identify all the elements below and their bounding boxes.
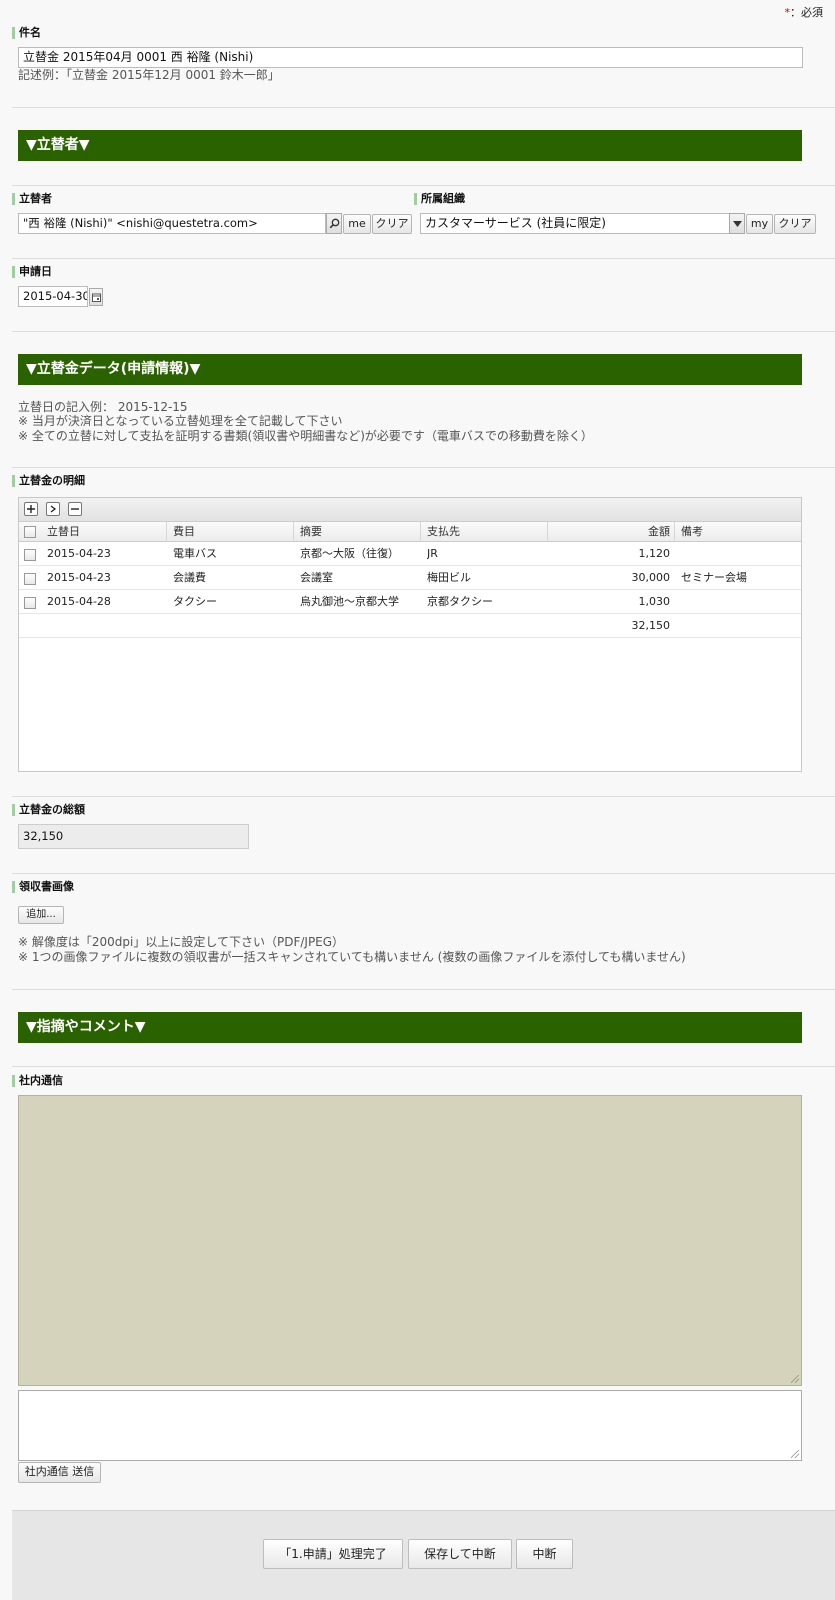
col-header-summary: 摘要 <box>294 522 421 542</box>
table-row: 2015-04-23 電車バス 京都～大阪（往復） JR 1,120 <box>19 543 801 566</box>
cell-category[interactable]: 電車バス <box>173 544 217 564</box>
details-table: 立替日 費目 摘要 支払先 金額 備考 2015-04-23 電車バス 京都～大… <box>18 497 802 772</box>
receipt-label: 領収書画像 <box>12 881 74 893</box>
divider <box>12 331 835 332</box>
col-header-amount: 金額 <box>548 522 675 542</box>
section-comment-header: ▼指摘やコメント▼ <box>18 1012 802 1043</box>
cell-amount[interactable]: 30,000 <box>548 568 671 588</box>
note-receipt-required: ※ 全ての立替に対して支払を証明する書類(領収書や明細書など)が必要です（電車バ… <box>18 429 593 443</box>
select-all-checkbox[interactable] <box>24 526 36 538</box>
org-label: 所属組織 <box>414 193 465 205</box>
table-row: 2015-04-23 会議費 会議室 梅田ビル 30,000 セミナー会場 <box>19 567 801 590</box>
suspend-button[interactable]: 中断 <box>516 1539 573 1569</box>
section-payer-header: ▼立替者▼ <box>18 130 802 161</box>
minus-icon <box>71 508 79 510</box>
org-clear-button[interactable]: クリア <box>774 214 816 234</box>
table-row: 2015-04-28 タクシー 烏丸御池～京都大学 京都タクシー 1,030 <box>19 591 801 614</box>
subject-example: 記述例：「立替金 2015年12月 0001 鈴木一郎」 <box>18 68 280 82</box>
table-total-row: 32,150 <box>19 615 801 638</box>
cell-date[interactable]: 2015-04-23 <box>47 568 111 588</box>
cell-summary[interactable]: 烏丸御池～京都大学 <box>300 592 399 612</box>
cell-remark[interactable]: セミナー会場 <box>681 568 747 588</box>
payer-me-button[interactable]: me <box>343 214 371 234</box>
delete-row-button[interactable] <box>68 502 82 516</box>
divider <box>12 467 835 468</box>
divider <box>12 185 835 186</box>
cell-date[interactable]: 2015-04-28 <box>47 592 111 612</box>
receipt-note-resolution: ※ 解像度は「200dpi」以上に設定して下さい（PDF/JPEG） <box>18 935 345 949</box>
complete-button[interactable]: 「1.申請」処理完了 <box>263 1539 403 1569</box>
cell-category[interactable]: タクシー <box>173 592 217 612</box>
apply-date-input[interactable]: 2015-04-30 <box>18 286 88 307</box>
col-header-category: 費目 <box>167 522 294 542</box>
payer-search-button[interactable] <box>326 213 342 234</box>
total-amount-label: 立替金の総額 <box>12 804 85 816</box>
add-file-button[interactable]: 追加... <box>18 906 64 924</box>
divider <box>12 873 835 874</box>
save-suspend-button[interactable]: 保存して中断 <box>408 1539 512 1569</box>
required-note-text: ：必須 <box>790 6 823 19</box>
calendar-icon <box>91 293 101 302</box>
internal-comm-send-button[interactable]: 社内通信 送信 <box>18 1462 101 1483</box>
payer-label: 立替者 <box>12 193 52 205</box>
resize-grip-icon[interactable] <box>791 1450 799 1458</box>
chevron-down-icon <box>732 220 742 227</box>
subject-input[interactable]: 立替金 2015年04月 0001 西 裕隆 (Nishi) <box>18 47 803 68</box>
divider <box>12 107 835 108</box>
subject-label: 件名 <box>12 27 41 39</box>
cell-payee[interactable]: 京都タクシー <box>427 592 493 612</box>
internal-comm-history <box>18 1095 802 1386</box>
resize-grip-icon[interactable] <box>791 1375 799 1383</box>
cell-summary[interactable]: 京都～大阪（往復） <box>300 544 399 564</box>
row-checkbox[interactable] <box>24 573 36 585</box>
insert-arrow-icon <box>50 505 57 513</box>
cell-category[interactable]: 会議費 <box>173 568 206 588</box>
org-my-button[interactable]: my <box>746 214 773 234</box>
divider <box>12 258 835 259</box>
note-monthly: ※ 当月が決済日となっている立替処理を全て記載して下さい <box>18 414 343 428</box>
internal-comm-input[interactable] <box>18 1390 802 1461</box>
note-date-example: 立替日の記入例： 2015-12-15 <box>18 400 188 414</box>
cell-amount[interactable]: 1,030 <box>548 592 671 612</box>
payer-clear-button[interactable]: クリア <box>372 214 412 234</box>
divider <box>12 989 835 990</box>
total-amount-value: 32,150 <box>18 824 249 849</box>
org-dropdown-button[interactable] <box>729 213 745 234</box>
table-toolbar <box>19 498 801 522</box>
plus-icon <box>27 505 35 513</box>
cell-payee[interactable]: 梅田ビル <box>427 568 471 588</box>
cell-payee[interactable]: JR <box>427 544 438 564</box>
cell-summary[interactable]: 会議室 <box>300 568 333 588</box>
add-row-button[interactable] <box>24 502 38 516</box>
row-checkbox[interactable] <box>24 597 36 609</box>
cell-date[interactable]: 2015-04-23 <box>47 544 111 564</box>
cell-amount[interactable]: 1,120 <box>548 544 671 564</box>
search-icon <box>329 218 339 229</box>
insert-row-button[interactable] <box>46 502 60 516</box>
org-select[interactable]: カスタマーサービス (社員に限定) <box>420 213 730 234</box>
divider <box>12 1066 835 1067</box>
table-total-amount: 32,150 <box>631 619 671 632</box>
table-header: 立替日 費目 摘要 支払先 金額 備考 <box>19 522 801 542</box>
col-header-date: 立替日 <box>41 522 167 542</box>
divider <box>12 796 835 797</box>
internal-comm-label: 社内通信 <box>12 1075 63 1087</box>
payer-input[interactable]: "西 裕隆 (Nishi)" <nishi@questetra.com> <box>18 213 326 234</box>
calendar-button[interactable] <box>89 288 103 306</box>
col-header-remark: 備考 <box>681 525 703 538</box>
receipt-note-multiple: ※ 1つの画像ファイルに複数の領収書が一括スキャンされていても構いません (複数… <box>18 950 686 964</box>
section-data-header: ▼立替金データ(申請情報)▼ <box>18 354 802 385</box>
apply-date-label: 申請日 <box>12 266 52 278</box>
row-checkbox[interactable] <box>24 549 36 561</box>
col-header-payee: 支払先 <box>421 522 548 542</box>
required-note: *：必須 <box>785 4 824 20</box>
details-label: 立替金の明細 <box>12 475 85 487</box>
